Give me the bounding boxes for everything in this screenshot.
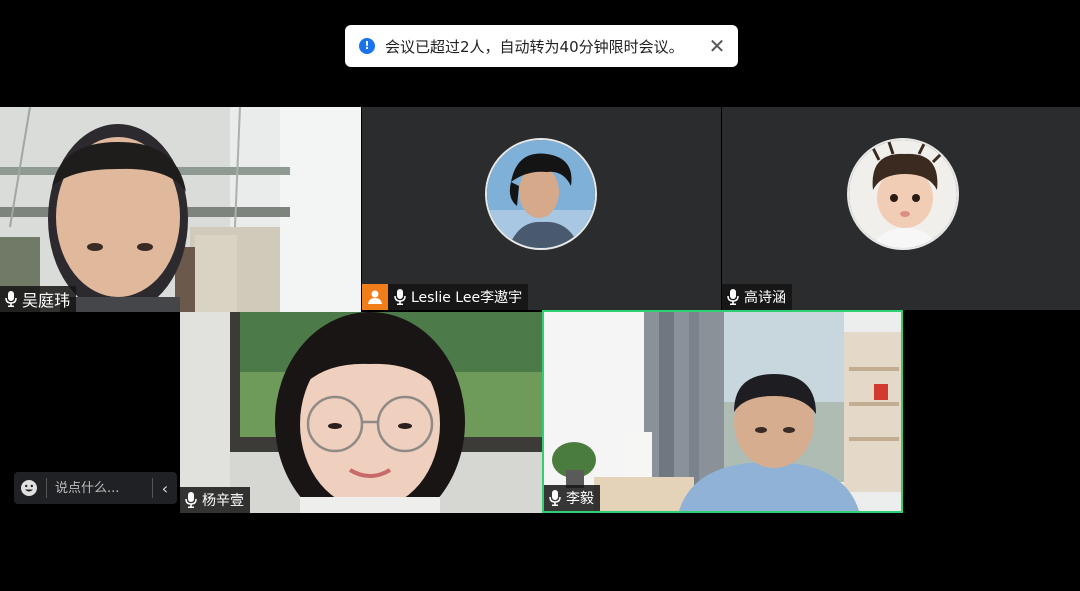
participant-video-4 [180,312,542,513]
participant-name: 杨辛壹 [202,493,244,509]
avatar [847,138,959,250]
avatar [485,138,597,250]
close-icon[interactable]: ✕ [708,36,726,56]
participant-tile-5[interactable]: 李毅 [542,310,903,513]
participant-name: 李毅 [566,491,594,507]
chat-input[interactable] [55,480,146,496]
microphone-icon [185,492,197,508]
participant-name-tag: 李毅 [544,485,600,511]
meeting-stage: ! 会议已超过2人，自动转为40分钟限时会议。 ✕ 吴庭玮 Leslie Lee… [0,0,1080,591]
avatar-image [849,140,957,248]
avatar-image [487,140,595,248]
divider [152,478,153,498]
emoji-icon[interactable] [20,479,38,497]
toast-message: 会议已超过2人，自动转为40分钟限时会议。 [385,37,684,56]
participant-name: 高诗涵 [744,290,786,306]
participant-video-5 [544,312,901,511]
chat-bar: ‹ [14,472,177,504]
microphone-icon [549,490,561,506]
participant-name-tag: 吴庭玮 [0,286,77,312]
participant-name-tag: Leslie Lee李遨宇 [362,284,529,310]
host-icon [362,284,388,310]
divider [46,478,47,498]
participant-name: Leslie Lee李遨宇 [411,290,523,306]
participant-name-tag: 杨辛壹 [180,487,250,513]
participant-tile-2[interactable]: Leslie Lee李遨宇 [362,107,721,310]
microphone-icon [394,289,406,305]
participant-name-tag: 高诗涵 [722,284,792,310]
participant-tile-1[interactable]: 吴庭玮 [0,107,361,312]
info-icon: ! [359,38,375,54]
chevron-left-icon[interactable]: ‹ [159,479,171,498]
microphone-icon [727,289,739,305]
meeting-limit-toast: ! 会议已超过2人，自动转为40分钟限时会议。 ✕ [345,25,738,67]
participant-name: 吴庭玮 [22,291,71,310]
participant-video-1 [0,107,361,312]
microphone-icon [5,291,17,307]
participant-tile-4[interactable]: 杨辛壹 [180,312,542,513]
participant-tile-3[interactable]: 高诗涵 [722,107,1080,310]
